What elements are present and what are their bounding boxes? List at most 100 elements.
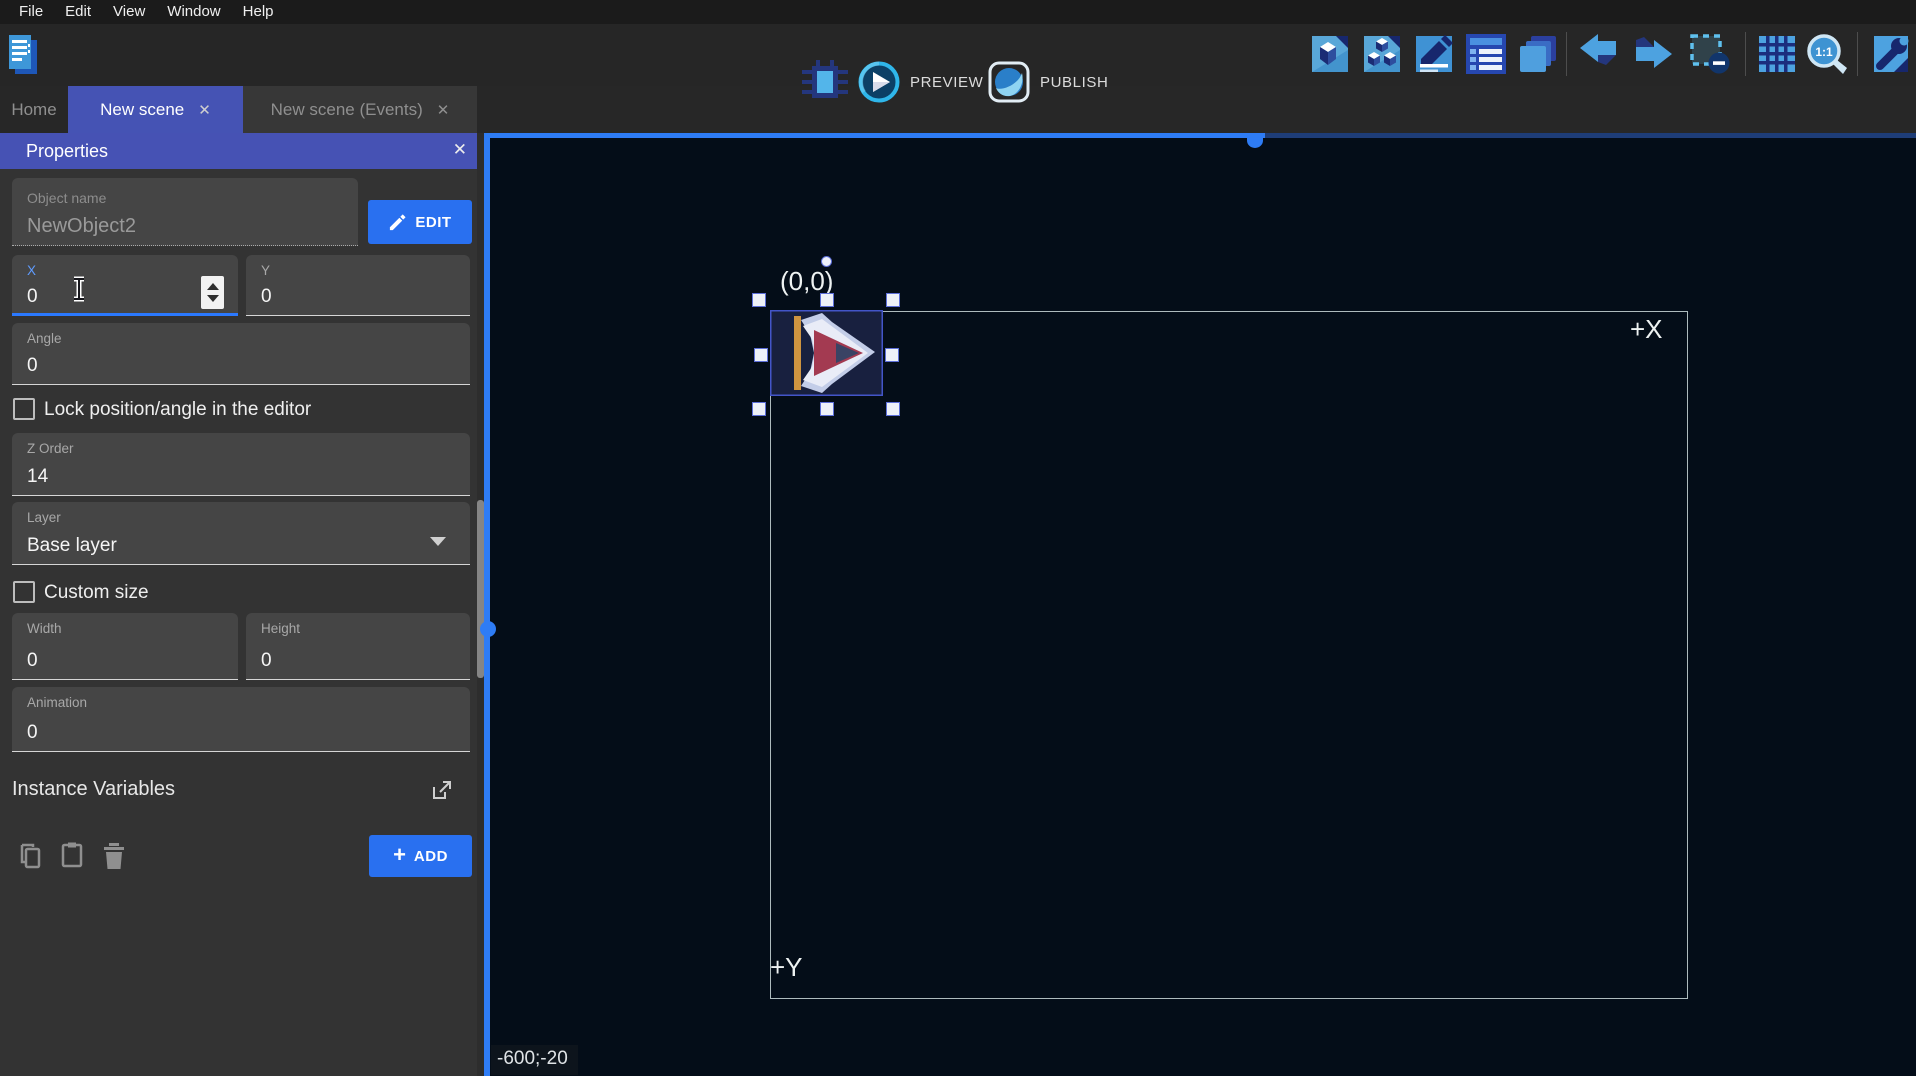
field-label: Width xyxy=(27,621,62,636)
open-in-new-icon[interactable] xyxy=(430,779,453,802)
field-value: 0 xyxy=(27,286,38,308)
layers-icon[interactable] xyxy=(1516,32,1560,76)
close-icon[interactable]: ✕ xyxy=(453,140,467,160)
menu-edit[interactable]: Edit xyxy=(54,0,102,24)
resize-handle-mid-left[interactable] xyxy=(754,348,768,362)
stepper-down-icon[interactable] xyxy=(207,295,219,302)
panel-scrollbar-thumb[interactable] xyxy=(477,500,484,678)
resize-handle-bottom-left[interactable] xyxy=(752,402,766,416)
project-manager-icon[interactable] xyxy=(7,32,39,78)
object-name-field[interactable]: Object name NewObject2 xyxy=(12,178,358,246)
cursor-coordinates-badge: -600;-20 xyxy=(491,1045,578,1075)
field-label: Layer xyxy=(27,510,61,525)
field-label: Y xyxy=(261,263,270,278)
resize-handle-top-center[interactable] xyxy=(820,293,834,307)
zoom-ratio-label: 1:1 xyxy=(1815,45,1833,59)
zoom-original-icon[interactable]: 1:1 xyxy=(1805,32,1849,76)
field-value: 0 xyxy=(261,286,272,308)
number-stepper[interactable] xyxy=(201,276,224,309)
animation-field[interactable]: Animation 0 xyxy=(12,687,470,752)
resize-handle-top-right[interactable] xyxy=(886,293,900,307)
close-icon[interactable]: ✕ xyxy=(437,101,450,119)
field-value: 0 xyxy=(27,355,38,377)
instances-list-icon[interactable] xyxy=(1464,32,1508,76)
preview-play-icon xyxy=(858,61,900,103)
custom-size-checkbox[interactable] xyxy=(13,581,35,603)
debugger-icon[interactable] xyxy=(800,58,850,106)
scene-properties-icon[interactable] xyxy=(1868,32,1912,76)
trash-icon[interactable] xyxy=(101,842,127,870)
selected-instance-spaceship[interactable] xyxy=(770,310,883,396)
width-field[interactable]: Width 0 xyxy=(12,613,238,680)
edit-object-button[interactable]: EDIT xyxy=(368,200,472,244)
spaceship-sprite xyxy=(770,310,883,396)
stepper-up-icon[interactable] xyxy=(207,283,219,290)
add-button-label: ADD xyxy=(414,848,448,865)
tab-new-scene-events[interactable]: New scene (Events) ✕ xyxy=(243,86,477,133)
preview-button[interactable]: PREVIEW xyxy=(858,60,983,104)
menu-window[interactable]: Window xyxy=(156,0,231,24)
preview-label: PREVIEW xyxy=(910,74,983,91)
resize-handle-bottom-right[interactable] xyxy=(886,402,900,416)
properties-panel: Properties ✕ Object name NewObject2 EDIT… xyxy=(0,133,484,1076)
add-variable-button[interactable]: + ADD xyxy=(369,835,472,877)
lock-position-checkbox[interactable] xyxy=(13,398,35,420)
z-order-field[interactable]: Z Order 14 xyxy=(12,433,470,496)
redo-icon[interactable] xyxy=(1630,32,1674,76)
field-value: NewObject2 xyxy=(27,215,136,238)
plus-icon: + xyxy=(393,845,406,865)
rotate-handle[interactable] xyxy=(821,256,832,267)
field-label: Angle xyxy=(27,331,62,346)
resize-handle-bottom-center[interactable] xyxy=(820,402,834,416)
split-drag-handle-vertical[interactable] xyxy=(480,621,496,637)
y-position-field[interactable]: Y 0 xyxy=(246,255,470,316)
custom-size-label: Custom size xyxy=(44,582,149,604)
clear-selection-icon[interactable] xyxy=(1688,32,1732,76)
add-object-icon[interactable] xyxy=(1308,32,1352,76)
main-toolbar: PREVIEW PUBLISH xyxy=(0,24,1916,86)
layer-select[interactable]: Layer Base layer xyxy=(12,502,470,565)
tab-new-scene[interactable]: New scene ✕ xyxy=(68,86,243,133)
properties-panel-header: Properties ✕ xyxy=(0,133,484,169)
publish-label: PUBLISH xyxy=(1040,74,1108,91)
tab-label: New scene (Events) xyxy=(271,100,423,120)
menu-bar: File Edit View Window Help xyxy=(0,0,1916,24)
field-value: 14 xyxy=(27,466,48,488)
chevron-down-icon[interactable] xyxy=(430,537,446,546)
paste-icon[interactable] xyxy=(59,841,87,869)
field-value: 0 xyxy=(27,722,38,744)
menu-file[interactable]: File xyxy=(8,0,54,24)
tab-home[interactable]: Home xyxy=(0,86,68,133)
undo-icon[interactable] xyxy=(1578,32,1622,76)
tab-label: New scene xyxy=(100,100,184,120)
publish-button[interactable]: PUBLISH xyxy=(988,60,1108,104)
panel-title: Properties xyxy=(26,141,108,162)
y-axis-label: +Y xyxy=(770,952,803,983)
x-axis-label: +X xyxy=(1630,314,1663,345)
field-value: 0 xyxy=(27,650,38,672)
object-groups-icon[interactable] xyxy=(1360,32,1404,76)
ibeam-mouse-cursor xyxy=(70,276,88,302)
field-label: Animation xyxy=(27,695,87,710)
toolbar-separator xyxy=(1857,32,1858,76)
resize-handle-mid-right[interactable] xyxy=(885,348,899,362)
split-drag-handle-horizontal[interactable] xyxy=(1247,133,1263,148)
split-border-vertical xyxy=(484,133,490,1076)
field-label: X xyxy=(27,263,36,278)
toolbar-separator xyxy=(1566,32,1567,76)
instance-properties-icon[interactable] xyxy=(1412,32,1456,76)
angle-field[interactable]: Angle 0 xyxy=(12,323,470,385)
menu-help[interactable]: Help xyxy=(232,0,285,24)
scene-window-border xyxy=(770,311,1688,999)
x-position-field[interactable]: X 0 xyxy=(12,255,238,316)
height-field[interactable]: Height 0 xyxy=(246,613,470,680)
field-label: Height xyxy=(261,621,300,636)
menu-view[interactable]: View xyxy=(102,0,156,24)
resize-handle-top-left[interactable] xyxy=(752,293,766,307)
field-label: Z Order xyxy=(27,441,74,456)
edit-button-label: EDIT xyxy=(415,214,451,231)
grid-icon[interactable] xyxy=(1755,32,1799,76)
close-icon[interactable]: ✕ xyxy=(198,101,211,119)
copy-icon[interactable] xyxy=(17,842,45,870)
lock-position-label: Lock position/angle in the editor xyxy=(44,399,311,421)
